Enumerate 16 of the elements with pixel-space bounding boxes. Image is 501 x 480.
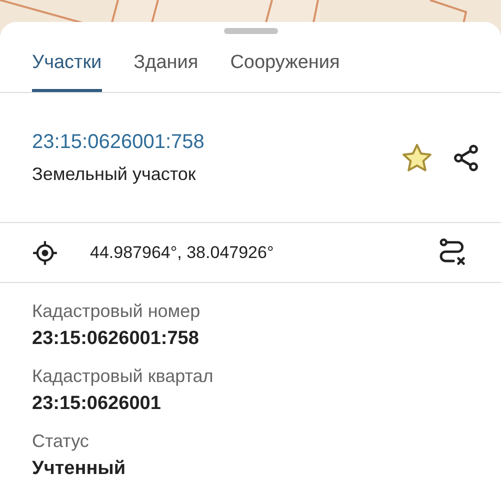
coordinates: 44.987964°, 38.047926° <box>90 242 275 263</box>
field-label: Кадастровый квартал <box>32 366 214 387</box>
parcel-type: Земельный участок <box>32 164 197 185</box>
field-value: 23:15:0626001 <box>32 392 162 415</box>
field-label: Кадастровый номер <box>32 300 202 322</box>
star-icon[interactable] <box>401 142 433 173</box>
tab[interactable]: Здания <box>134 34 198 92</box>
field-value: 23:15:0626001:758 <box>32 328 200 350</box>
cadastral-number[interactable]: 23:15:0626001:758 <box>32 130 401 154</box>
location-target-icon[interactable] <box>32 240 58 266</box>
share-icon[interactable] <box>451 142 481 173</box>
tab[interactable]: Участки <box>32 34 102 92</box>
tab[interactable]: Сооружения <box>230 34 340 92</box>
drag-handle[interactable] <box>224 28 278 34</box>
field-label: Статус <box>32 430 90 452</box>
field-value: Учтенный <box>32 458 127 480</box>
